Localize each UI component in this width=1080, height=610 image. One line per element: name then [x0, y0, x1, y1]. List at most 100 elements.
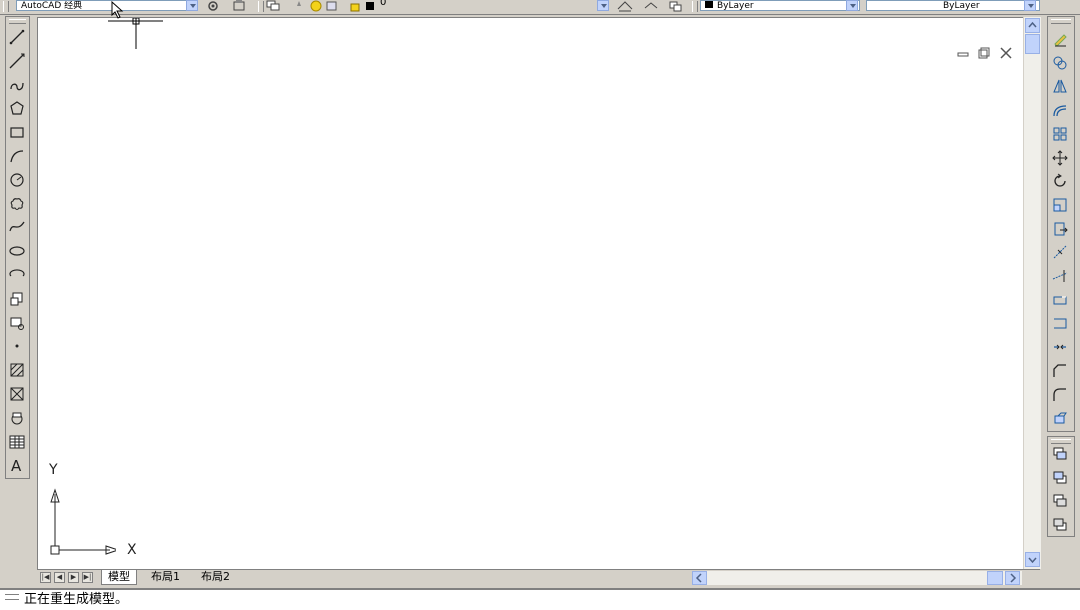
toolbar-grip[interactable]: [3, 1, 9, 12]
make-object-layer-current-icon[interactable]: [617, 0, 633, 12]
layer-states-icon[interactable]: [668, 0, 682, 12]
modify-toolbar: [1047, 16, 1075, 432]
join-icon[interactable]: [1051, 338, 1069, 356]
scroll-down-icon[interactable]: [1025, 552, 1040, 567]
spline-icon[interactable]: [8, 218, 26, 236]
horizontal-scroll-thumb[interactable]: [987, 571, 1003, 585]
last-tab-icon[interactable]: ▶|: [82, 572, 93, 583]
linetype-dropdown-arrow-icon[interactable]: [1024, 0, 1036, 11]
extend-icon[interactable]: [1051, 267, 1069, 285]
workspace-value: AutoCAD 经典: [21, 1, 83, 11]
copy-icon[interactable]: [1051, 54, 1069, 72]
arc-icon[interactable]: [8, 147, 26, 165]
layer-properties-icon[interactable]: [266, 0, 280, 12]
gradient-icon[interactable]: [8, 385, 26, 403]
layer-name: 0: [380, 0, 387, 8]
color-swatch: [705, 1, 713, 8]
color-dropdown-arrow-icon[interactable]: [846, 0, 858, 11]
send-to-back-icon[interactable]: [1051, 469, 1069, 487]
my-workspace-icon[interactable]: [232, 0, 246, 12]
point-icon[interactable]: [8, 337, 26, 355]
region-icon[interactable]: [8, 409, 26, 427]
scale-icon[interactable]: [1051, 196, 1069, 214]
hatch-icon[interactable]: [8, 361, 26, 379]
layer-previous-icon[interactable]: [643, 0, 658, 12]
array-icon[interactable]: [1051, 125, 1069, 143]
command-line[interactable]: 正在重生成模型。: [0, 588, 1080, 610]
break-at-point-icon[interactable]: [1051, 291, 1069, 309]
workspace-settings-icon[interactable]: [206, 0, 220, 12]
circle-icon[interactable]: [8, 171, 26, 189]
bring-above-icon[interactable]: [1051, 492, 1069, 510]
command-line-grip[interactable]: [5, 594, 19, 600]
scroll-up-icon[interactable]: [1025, 18, 1040, 33]
toolbar-grip[interactable]: [9, 19, 26, 24]
ellipse-icon[interactable]: [8, 242, 26, 260]
layout-tabs-bar: |◀ ◀ ▶ ▶| 模型 布局1 布局2: [37, 569, 1040, 586]
minimize-icon[interactable]: [957, 47, 969, 59]
erase-icon[interactable]: [1051, 30, 1069, 48]
rotate-icon[interactable]: [1051, 172, 1069, 190]
first-tab-icon[interactable]: |◀: [40, 572, 51, 583]
color-value: ByLayer: [717, 1, 754, 11]
rectangle-icon[interactable]: [8, 123, 26, 141]
linetype-combo[interactable]: ByLayer: [866, 0, 1040, 11]
draw-toolbar: A: [5, 16, 30, 479]
horizontal-scrollbar[interactable]: [692, 571, 1022, 585]
table-icon[interactable]: [8, 433, 26, 451]
toolbar-grip[interactable]: [1051, 439, 1071, 444]
previous-tab-icon[interactable]: ◀: [54, 572, 65, 583]
ellipse-arc-icon[interactable]: [8, 266, 26, 284]
polygon-icon[interactable]: [8, 99, 26, 117]
ucs-y-label: Y: [49, 462, 58, 478]
layer-color-swatch: [365, 0, 379, 12]
ucs-axes-icon: [50, 488, 116, 555]
command-line-text: 正在重生成模型。: [24, 592, 129, 607]
ucs-x-label: X: [127, 542, 137, 558]
chamfer-icon[interactable]: [1051, 362, 1069, 380]
make-block-icon[interactable]: [8, 314, 26, 332]
bring-to-front-icon[interactable]: [1051, 445, 1069, 463]
stretch-icon[interactable]: [1051, 220, 1069, 238]
mouse-pointer-icon: [111, 1, 124, 19]
vertical-scrollbar[interactable]: [1023, 17, 1041, 569]
revision-cloud-icon[interactable]: [8, 195, 26, 213]
insert-block-icon[interactable]: [8, 290, 26, 308]
scroll-right-icon[interactable]: [1005, 571, 1020, 585]
drawing-area[interactable]: Y X: [37, 1, 1024, 570]
tab-layout1[interactable]: 布局1: [145, 570, 186, 584]
next-tab-icon[interactable]: ▶: [68, 572, 79, 583]
toolbar-grip[interactable]: [1051, 19, 1071, 24]
offset-icon[interactable]: [1051, 101, 1069, 119]
vertical-scroll-thumb[interactable]: [1025, 34, 1040, 54]
workspace-dropdown-arrow-icon[interactable]: [186, 0, 198, 11]
mirror-icon[interactable]: [1051, 77, 1069, 95]
send-under-icon[interactable]: [1051, 516, 1069, 534]
tab-model[interactable]: 模型: [101, 570, 137, 585]
top-toolbar: AutoCAD 经典 0 ByLayer ByLayer: [0, 0, 1080, 15]
scroll-left-icon[interactable]: [692, 571, 707, 585]
multiline-text-icon[interactable]: A: [8, 456, 26, 474]
construction-line-icon[interactable]: [8, 52, 26, 70]
tab-layout2[interactable]: 布局2: [195, 570, 236, 584]
layer-freeze-sun-icon: [310, 0, 324, 12]
layer-on-icon: [294, 0, 308, 12]
explode-icon[interactable]: [1051, 409, 1069, 427]
workspace-combo[interactable]: AutoCAD 经典: [16, 0, 188, 11]
close-icon[interactable]: [1000, 47, 1012, 59]
break-icon[interactable]: [1051, 314, 1069, 332]
draw-order-toolbar: [1047, 436, 1075, 537]
toolbar-grip[interactable]: [258, 1, 264, 12]
toolbar-grip[interactable]: [692, 1, 698, 12]
layer-lock-icon: [350, 0, 364, 12]
color-combo[interactable]: ByLayer: [700, 0, 860, 11]
move-icon[interactable]: [1051, 149, 1069, 167]
layer-dropdown-arrow-icon[interactable]: [597, 0, 609, 11]
fillet-icon[interactable]: [1051, 386, 1069, 404]
trim-icon[interactable]: [1051, 243, 1069, 261]
line-icon[interactable]: [8, 28, 26, 46]
linetype-value: ByLayer: [943, 1, 980, 11]
restore-icon[interactable]: [978, 47, 990, 59]
svg-text:A: A: [11, 457, 22, 473]
polyline-icon[interactable]: [8, 76, 26, 94]
